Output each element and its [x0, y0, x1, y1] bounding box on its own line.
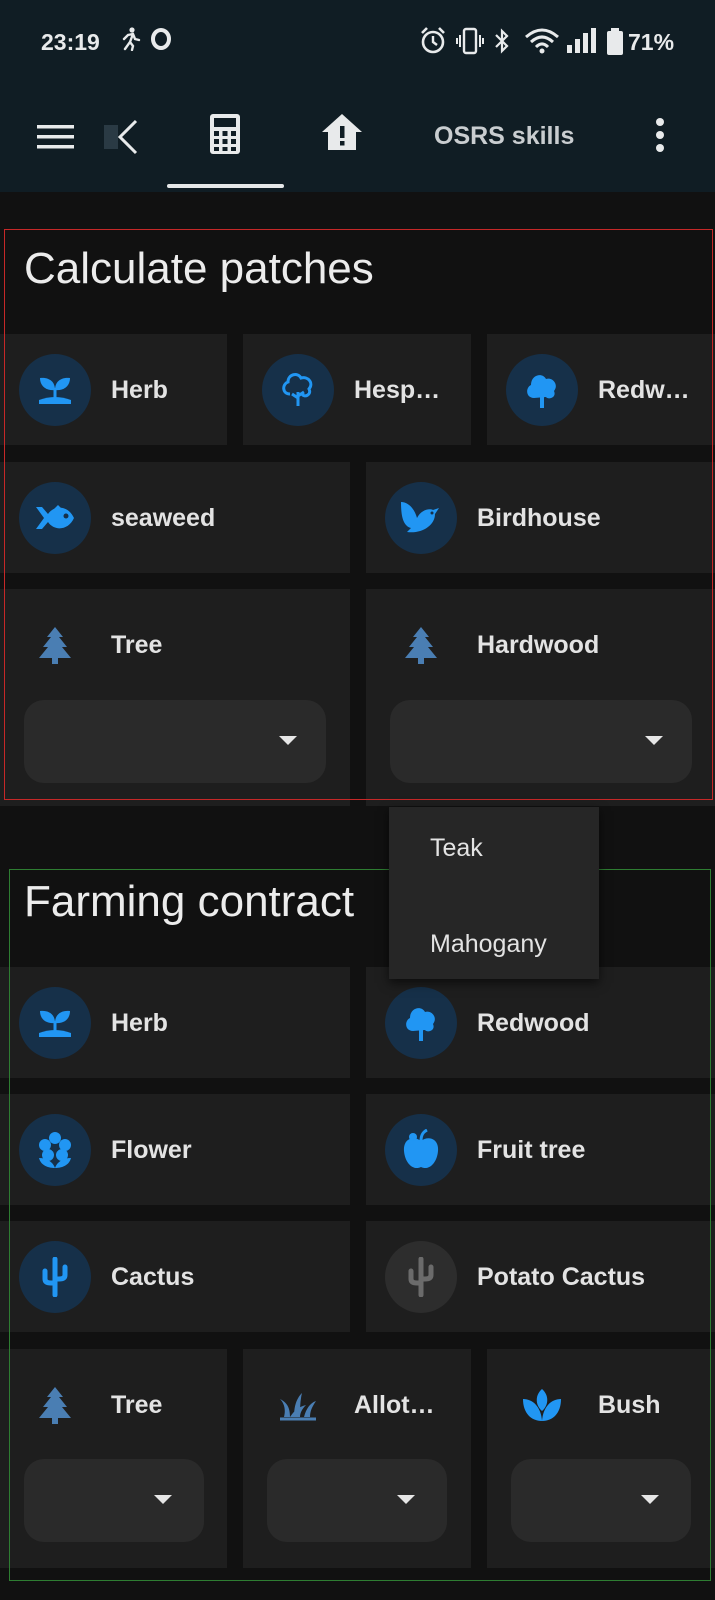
app-bar: OSRS skills: [0, 86, 715, 192]
bluetooth-icon: [493, 27, 511, 61]
hardwood-select[interactable]: [390, 700, 692, 783]
contract-bush-select[interactable]: [511, 1459, 691, 1542]
battery-icon: [606, 27, 624, 63]
chevron-down-icon: [645, 736, 663, 745]
contract-card-cactus[interactable]: Cactus: [0, 1221, 350, 1332]
tree-select[interactable]: [24, 700, 326, 783]
chevron-down-icon: [154, 1495, 172, 1504]
wifi-icon: [524, 27, 560, 61]
apple-icon: [385, 1114, 457, 1186]
cactus-icon: [385, 1241, 457, 1313]
contract-label-fruit-tree: Fruit tree: [477, 1136, 586, 1164]
selected-tab-indicator: [167, 184, 284, 188]
tree-filled-icon: [506, 354, 578, 426]
patch-label-hespori: Hesp…: [354, 376, 441, 404]
cactus-icon: [19, 1241, 91, 1313]
back-arrow-icon[interactable]: [104, 117, 140, 162]
patch-label-hardwood: Hardwood: [477, 631, 600, 659]
calculate-patches-title: Calculate patches: [24, 244, 374, 293]
contract-card-allotment: Allot…: [243, 1349, 471, 1568]
contract-label-tree: Tree: [111, 1391, 163, 1419]
more-vert-icon[interactable]: [655, 118, 665, 157]
contract-label-redwood: Redwood: [477, 1009, 590, 1037]
contract-label-herb: Herb: [111, 1009, 168, 1037]
chevron-down-icon: [397, 1495, 415, 1504]
pine-tree-icon: [19, 609, 91, 681]
tab-osrs-skills[interactable]: OSRS skills: [434, 122, 574, 151]
contract-card-redwood[interactable]: Redwood: [366, 967, 715, 1078]
tree-filled-icon: [385, 987, 457, 1059]
house-alert-icon[interactable]: [322, 114, 362, 155]
flower-icon: [19, 1114, 91, 1186]
menu-icon[interactable]: [37, 123, 75, 156]
patch-card-seaweed[interactable]: seaweed: [0, 462, 350, 573]
patch-label-redwood: Redw…: [598, 376, 690, 404]
patch-label-tree: Tree: [111, 631, 163, 659]
spa-icon: [506, 1369, 578, 1441]
patch-card-herb[interactable]: Herb: [0, 334, 227, 445]
opera-icon: [150, 27, 172, 57]
dropdown-option-teak[interactable]: Teak: [430, 834, 483, 863]
contract-card-fruit-tree[interactable]: Fruit tree: [366, 1094, 715, 1205]
bird-icon: [385, 482, 457, 554]
contract-label-flower: Flower: [111, 1136, 192, 1164]
patch-card-redwood[interactable]: Redw…: [487, 334, 715, 445]
signal-icon: [566, 27, 598, 61]
chevron-down-icon: [641, 1495, 659, 1504]
contract-label-allotment: Allot…: [354, 1391, 435, 1419]
pine-tree-icon: [19, 1369, 91, 1441]
patch-label-herb: Herb: [111, 376, 168, 404]
patch-card-hespori[interactable]: Hesp…: [243, 334, 471, 445]
contract-allotment-select[interactable]: [267, 1459, 447, 1542]
contract-card-bush: Bush: [487, 1349, 715, 1568]
vibrate-icon: [456, 27, 484, 61]
grass-icon: [262, 1369, 334, 1441]
farming-contract-title: Farming contract: [24, 877, 355, 926]
contract-tree-select[interactable]: [24, 1459, 204, 1542]
status-bar: 23:19 71%: [0, 0, 715, 86]
fish-icon: [19, 482, 91, 554]
patch-card-birdhouse[interactable]: Birdhouse: [366, 462, 715, 573]
sprout-icon: [19, 987, 91, 1059]
calculator-icon[interactable]: [210, 114, 240, 159]
patch-card-hardwood: Hardwood: [366, 589, 715, 806]
status-time: 23:19: [41, 29, 100, 55]
patch-card-tree: Tree: [0, 589, 350, 806]
contract-card-potato-cactus[interactable]: Potato Cactus: [366, 1221, 715, 1332]
contract-label-bush: Bush: [598, 1391, 661, 1419]
hardwood-dropdown-menu: Teak Mahogany: [389, 807, 599, 979]
pine-tree-icon: [385, 609, 457, 681]
patch-label-seaweed: seaweed: [111, 504, 216, 532]
running-icon: [119, 27, 141, 57]
alarm-icon: [420, 27, 446, 61]
tree-outline-icon: [262, 354, 334, 426]
battery-percentage: 71%: [628, 29, 675, 55]
chevron-down-icon: [279, 736, 297, 745]
contract-card-flower[interactable]: Flower: [0, 1094, 350, 1205]
contract-card-tree: Tree: [0, 1349, 227, 1568]
contract-card-herb[interactable]: Herb: [0, 967, 350, 1078]
contract-label-cactus: Cactus: [111, 1263, 195, 1291]
contract-label-potato-cactus: Potato Cactus: [477, 1263, 646, 1291]
sprout-icon: [19, 354, 91, 426]
patch-label-birdhouse: Birdhouse: [477, 504, 601, 532]
dropdown-option-mahogany[interactable]: Mahogany: [430, 930, 547, 959]
